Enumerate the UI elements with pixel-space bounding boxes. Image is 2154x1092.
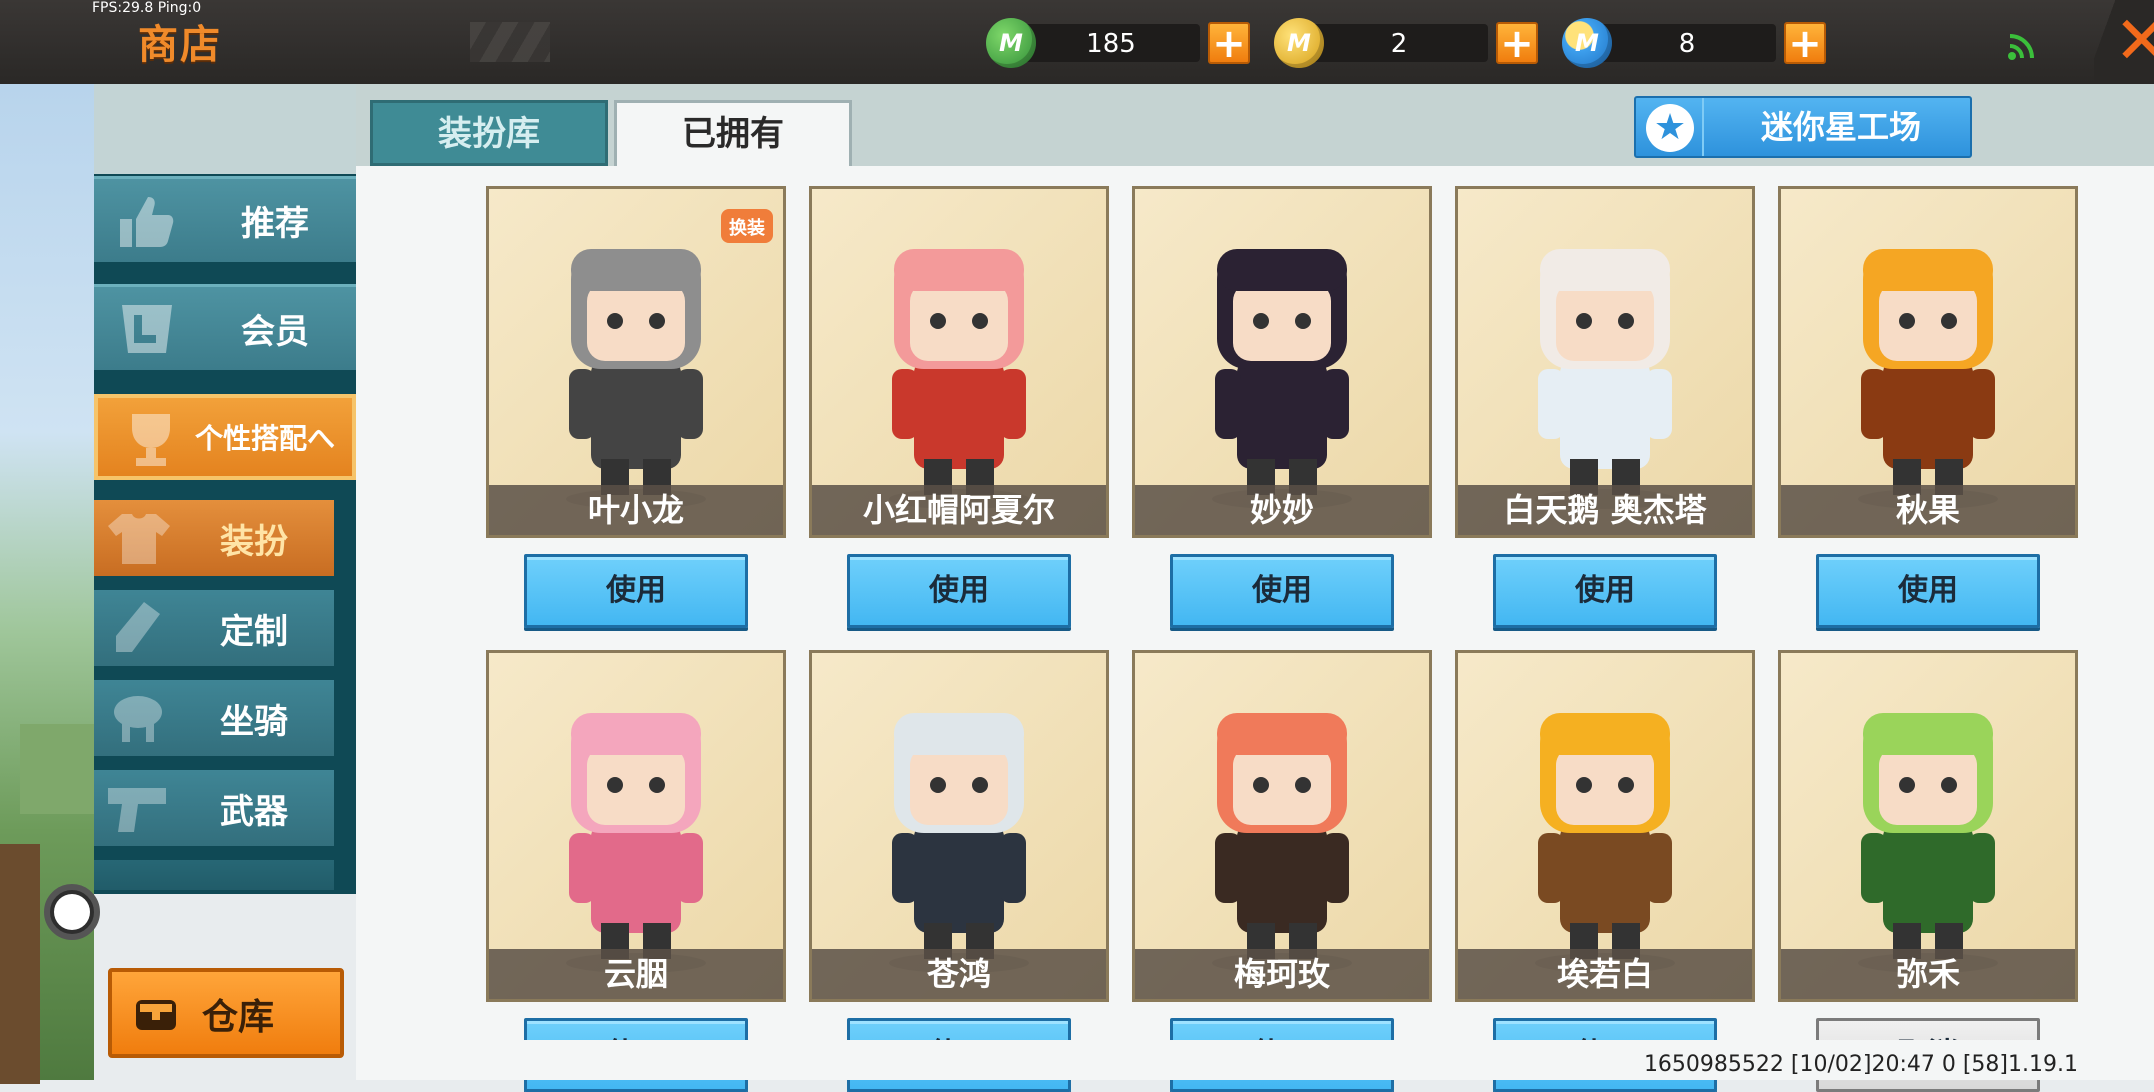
outfit-name: 苍鸿 [812, 949, 1106, 999]
add-mini-beans-button[interactable]: + [1784, 22, 1826, 64]
vip-badge-icon [122, 305, 172, 353]
character-portrait [1535, 249, 1675, 509]
outfit-card[interactable]: 云胭 [486, 650, 786, 1002]
character-portrait [1212, 249, 1352, 509]
character-portrait [1212, 713, 1352, 973]
pencil-icon [116, 602, 160, 652]
use-outfit-button[interactable]: 使用 [1816, 554, 2040, 628]
close-button[interactable]: ✕ [2094, 0, 2154, 84]
mount-icon [114, 696, 162, 742]
gold-coin-count: 2 [1390, 29, 1408, 59]
character-portrait [889, 713, 1029, 973]
character-portrait [566, 713, 706, 973]
pistol-icon [108, 788, 166, 832]
outfit-card[interactable]: 妙妙 [1132, 186, 1432, 538]
top-bar: FPS:29.8 Ping:0 商店 M 185 + M 2 + M 8 + ✕ [0, 0, 2154, 84]
use-outfit-button[interactable]: 使用 [524, 554, 748, 628]
outfit-name: 叶小龙 [489, 485, 783, 535]
mini-star-workshop-button[interactable]: ★ 迷你星工场 [1634, 96, 1972, 158]
character-portrait [1535, 713, 1675, 973]
chest-icon [136, 1000, 176, 1030]
sidebar-sub-item-label: 坐骑 [220, 701, 288, 742]
outfit-card[interactable]: 小红帽阿夏尔 [809, 186, 1109, 538]
sidebar-sub-item-label: 装扮 [220, 521, 288, 562]
use-outfit-button[interactable]: 使用 [1170, 554, 1394, 628]
green-mini-coin-icon: M [986, 18, 1036, 68]
sidebar-item-recommend[interactable]: 推荐 [94, 176, 356, 262]
sidebar-item-label: 会员 [241, 312, 309, 352]
outfit-card[interactable]: 埃若白 [1455, 650, 1755, 1002]
divider [1702, 98, 1704, 156]
sidebar-sub-item-mounts[interactable]: 坐骑 [94, 680, 334, 756]
outfit-card[interactable]: 弥禾 [1778, 650, 2078, 1002]
shirt-icon [108, 514, 170, 564]
grass-block [20, 724, 94, 814]
character-portrait [566, 249, 706, 509]
outfit-name: 梅珂玫 [1135, 949, 1429, 999]
header-decoration [470, 22, 550, 62]
outfit-card[interactable]: 苍鸿 [809, 650, 1109, 1002]
trophy-icon [132, 414, 170, 466]
outfit-card[interactable]: 秋果 [1778, 186, 2078, 538]
use-outfit-button[interactable]: 使用 [1493, 554, 1717, 628]
add-green-coins-button[interactable]: + [1208, 22, 1250, 64]
sidebar-item-label: 个性搭配へ [194, 422, 335, 455]
badge-text: 换装 [729, 217, 765, 239]
sidebar-item-label: 推荐 [241, 204, 309, 244]
tab-outfit-library[interactable]: 装扮库 [370, 100, 608, 166]
tab-owned[interactable]: 已拥有 [614, 100, 852, 166]
outfit-name: 妙妙 [1135, 485, 1429, 535]
sidebar: 推荐 会员 个性搭配へ 装扮 定制 坐骑 武器 [94, 84, 356, 1080]
sidebar-header [94, 84, 356, 174]
add-gold-coins-button[interactable]: + [1496, 22, 1538, 64]
blue-mini-bean-icon: M [1562, 18, 1612, 68]
green-coin-count: 185 [1086, 29, 1136, 59]
gold-mini-coin-icon: M [1274, 18, 1324, 68]
main-panel: 装扮库 已拥有 ★ 迷你星工场 换装叶小龙使用 小红帽阿夏尔使用 妙妙使用 白天鹅 奥… [356, 84, 2154, 1092]
outfit-name: 埃若白 [1458, 949, 1752, 999]
outfit-name: 白天鹅 奥杰塔 [1458, 485, 1752, 535]
outfit-name: 弥禾 [1781, 949, 2075, 999]
shop-title: 商店 [138, 22, 222, 68]
star-icon: ★ [1646, 104, 1694, 152]
build-info: 1650985522 [10/02]20:47 0 [58]1.19.1 [1643, 1052, 2078, 1077]
sidebar-sub-item-label: 武器 [220, 791, 288, 832]
tab-bar: 装扮库 已拥有 ★ 迷你星工场 [356, 84, 2154, 166]
outfit-card[interactable]: 白天鹅 奥杰塔 [1455, 186, 1755, 538]
mini-bean-count: 8 [1678, 29, 1696, 59]
sidebar-sub-item-custom[interactable]: 定制 [94, 590, 334, 666]
outfit-name: 小红帽阿夏尔 [812, 485, 1106, 535]
dirt-block [0, 844, 40, 1084]
workshop-label: 迷你星工场 [1760, 108, 1921, 146]
outfit-name: 秋果 [1781, 485, 2075, 535]
swap-outfit-badge-icon: 换装 [717, 199, 777, 249]
character-portrait [1858, 249, 1998, 509]
use-outfit-button[interactable]: 使用 [847, 554, 1071, 628]
sidebar-item-personalize[interactable]: 个性搭配へ [94, 394, 356, 480]
sidebar-sub-item-outfits[interactable]: 装扮 [94, 500, 334, 576]
thumbs-up-icon [120, 197, 174, 247]
warehouse-button[interactable]: 仓库 [108, 968, 344, 1058]
warehouse-label: 仓库 [202, 997, 275, 1038]
sidebar-sub-item-weapons[interactable]: 武器 [94, 770, 334, 846]
joystick-handle[interactable] [44, 884, 100, 940]
badge-graphic: 换装 [721, 209, 773, 243]
outfit-card[interactable]: 换装叶小龙 [486, 186, 786, 538]
signal-icon [2008, 34, 2034, 60]
character-portrait [889, 249, 1029, 509]
outfit-card[interactable]: 梅珂玫 [1132, 650, 1432, 1002]
close-icon: ✕ [2114, 2, 2154, 79]
sidebar-item-membership[interactable]: 会员 [94, 284, 356, 370]
outfit-name: 云胭 [489, 949, 783, 999]
sidebar-sub-item-label: 定制 [220, 611, 288, 652]
sidebar-sub-item-more[interactable] [94, 860, 334, 890]
character-portrait [1858, 713, 1998, 973]
